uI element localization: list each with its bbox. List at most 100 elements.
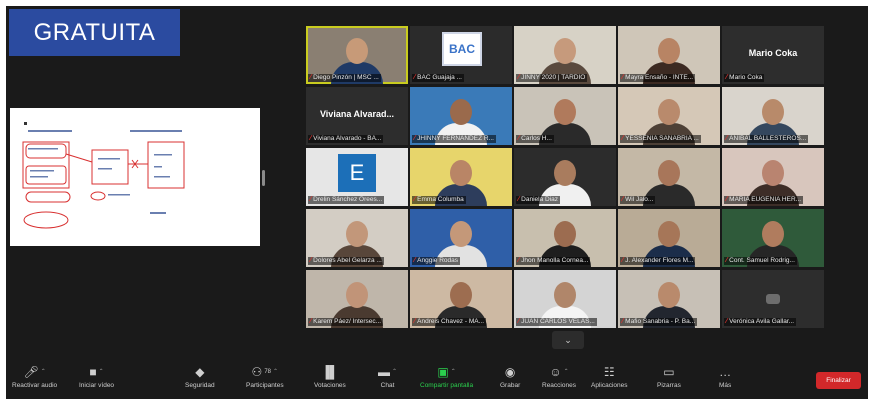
caret-up-icon[interactable]: ⌃ [273, 364, 278, 380]
unmute-button[interactable]: 🎤︎ ⌃ Reactivar audio [12, 364, 57, 389]
participant-tile[interactable]: ⁄ Anggie Rodas [410, 209, 512, 267]
participant-name-label: ⁄ Anggie Rodas [412, 257, 461, 265]
participant-name: Daniela Diaz [521, 196, 559, 203]
participant-video-face [658, 282, 680, 308]
participant-name-label: ⁄ J. Alexander Flores M... [620, 257, 696, 265]
mic-muted-icon: ⁄ [726, 74, 728, 81]
participant-name: J. Alexander Flores M... [625, 257, 694, 264]
shared-screen-thumbnail[interactable] [10, 108, 260, 246]
participant-tile[interactable]: ⁄ Verónica Avila Gallar... [722, 270, 824, 328]
mic-muted-icon: ⁄ [622, 257, 624, 264]
mic-muted-icon: ⁄ [726, 135, 728, 142]
participant-name-label: ⁄ Mario Coka [724, 74, 765, 82]
participant-name: JHINNY FERNANDEZ R... [417, 135, 494, 142]
participant-name: Dolores Abel Gelarza ... [313, 257, 382, 264]
mic-muted-icon: ⁄ [518, 135, 520, 142]
participant-tile[interactable]: ⁄ Emma Columba [410, 148, 512, 206]
apps-icon: ☷ [603, 365, 615, 379]
participant-video-face [762, 221, 784, 247]
gallery-toggle-button[interactable]: ⌄ [552, 331, 584, 349]
participant-name: Jhon Manolla Cornea... [521, 257, 589, 264]
participant-name-label: ⁄ JINNY 2020 | TARDIO [516, 74, 588, 82]
participant-tile[interactable]: ⁄ YESSENIA SANABRIA ... [618, 87, 720, 145]
polls-button[interactable]: ▐▌ Votaciones [314, 364, 346, 389]
participant-tile[interactable]: ⁄ Mayra Ensaño - INTE... [618, 26, 720, 84]
security-button[interactable]: ◆ Seguridad [185, 364, 215, 389]
participant-video-face [762, 99, 784, 125]
more-button[interactable]: … Más [719, 364, 731, 389]
participant-tile[interactable]: ⁄ Mafio Sanabria - P. Ba... [618, 270, 720, 328]
record-button[interactable]: ◉ Grabar [500, 364, 520, 389]
participant-tile[interactable]: ⁄ Daniela Diaz [514, 148, 616, 206]
participants-count: 78 [264, 369, 271, 375]
participant-video-face [554, 160, 576, 186]
mic-muted-icon: ⁄ [310, 135, 312, 142]
participant-name-label: ⁄ YESSENIA SANABRIA ... [620, 135, 701, 143]
start-video-label: Iniciar vídeo [79, 382, 115, 389]
participant-name: Andreis Chavez - MA... [417, 318, 484, 325]
mic-off-icon: 🎤︎ [23, 365, 39, 379]
caret-up-icon[interactable]: ⌃ [451, 364, 456, 380]
participant-video-face [450, 99, 472, 125]
participant-tile[interactable]: ⁄ MARIA EUGENIA HER... [722, 148, 824, 206]
end-meeting-button[interactable]: Finalizar [816, 372, 861, 389]
participant-name-label: ⁄ JUAN CARLOS VELAS... [516, 318, 597, 326]
apps-button[interactable]: ☷ Aplicaciones [591, 364, 628, 389]
mic-muted-icon: ⁄ [518, 74, 520, 81]
mic-muted-icon: ⁄ [310, 257, 312, 264]
mic-muted-icon: ⁄ [622, 135, 624, 142]
participant-name-label: ⁄ Wil Jalo... [620, 196, 656, 204]
chat-label: Chat [380, 382, 395, 389]
participant-name-label: ⁄ Carlos H... [516, 135, 554, 143]
participant-tile[interactable]: E ⁄ Drelin Sánchez Orees... [306, 148, 408, 206]
participant-tile[interactable]: Viviana Alvarad... ⁄ Viviana Alvarado - BA… [306, 87, 408, 145]
participant-tile[interactable]: ⁄ J. Alexander Flores M... [618, 209, 720, 267]
mic-muted-icon: ⁄ [414, 196, 416, 203]
participant-tile[interactable]: ⁄ Karem Páez/ Intersec... [306, 270, 408, 328]
participant-name-label: ⁄ ANIBAL BALLESTEROS... [724, 135, 809, 143]
reactions-button[interactable]: ☺ ⌃ Reacciones [542, 364, 576, 389]
participant-tile[interactable]: ⁄ ANIBAL BALLESTEROS... [722, 87, 824, 145]
participant-video-face [554, 38, 576, 64]
participant-name: MARIA EUGENIA HER... [729, 196, 802, 203]
caret-up-icon[interactable]: ⌃ [564, 364, 569, 380]
participant-tile[interactable]: BAC ⁄ BAC Guajaja ... [410, 26, 512, 84]
participant-name: Wil Jalo... [625, 196, 654, 203]
participant-name: Verónica Avila Gallar... [729, 318, 795, 325]
mic-muted-icon: ⁄ [726, 196, 728, 203]
participant-tile[interactable]: ⁄ Jhon Manolla Cornea... [514, 209, 616, 267]
participant-name-label: ⁄ Daniela Diaz [516, 196, 561, 204]
participants-button[interactable]: ⚇ 78 ⌃ Participantes [246, 364, 284, 389]
participant-tile[interactable]: ⁄ Cont. Samuel Rodrig... [722, 209, 824, 267]
participant-name-label: ⁄ Drelin Sánchez Orees... [308, 196, 385, 204]
participants-label: Participantes [246, 382, 284, 389]
caret-up-icon[interactable]: ⌃ [99, 364, 104, 380]
reactions-label: Reacciones [542, 382, 576, 389]
caret-up-icon[interactable]: ⌃ [392, 364, 397, 380]
participant-tile[interactable]: Mario Coka ⁄ Mario Coka [722, 26, 824, 84]
share-resize-handle[interactable] [262, 170, 265, 186]
bac-logo: BAC [442, 32, 482, 66]
share-screen-button[interactable]: ▣ ⌃ Compartir pantalla [420, 364, 473, 389]
start-video-button[interactable]: ■ ⌃ Iniciar vídeo [79, 364, 114, 389]
chat-button[interactable]: ▬ ⌃ Chat [378, 364, 397, 389]
participant-name: YESSENIA SANABRIA ... [625, 135, 699, 142]
participant-video-face [450, 221, 472, 247]
participant-tile[interactable]: ⁄ Carlos H... [514, 87, 616, 145]
camera-off-icon [766, 294, 780, 304]
participant-tile[interactable]: ⁄ Wil Jalo... [618, 148, 720, 206]
caret-up-icon[interactable]: ⌃ [41, 364, 46, 380]
participant-tile[interactable]: ⁄ Dolores Abel Gelarza ... [306, 209, 408, 267]
participant-tile[interactable]: ⁄ JUAN CARLOS VELAS... [514, 270, 616, 328]
participant-tile[interactable]: ⁄ JHINNY FERNANDEZ R... [410, 87, 512, 145]
participant-tile[interactable]: ⁄ Andreis Chavez - MA... [410, 270, 512, 328]
participant-tile[interactable]: ⁄ Diego Pinzón | MSC ... [306, 26, 408, 84]
unmute-label: Reactivar audio [12, 382, 58, 389]
whiteboard-icon: ▭ [663, 365, 675, 379]
participant-name-label: ⁄ Diego Pinzón | MSC ... [308, 74, 381, 82]
participant-name-label: ⁄ Mafio Sanabria - P. Ba... [620, 318, 698, 326]
participant-name: Emma Columba [417, 196, 464, 203]
participant-tile[interactable]: ⁄ JINNY 2020 | TARDIO [514, 26, 616, 84]
mic-muted-icon: ⁄ [518, 257, 520, 264]
whiteboards-button[interactable]: ▭ Pizarras [657, 364, 681, 389]
